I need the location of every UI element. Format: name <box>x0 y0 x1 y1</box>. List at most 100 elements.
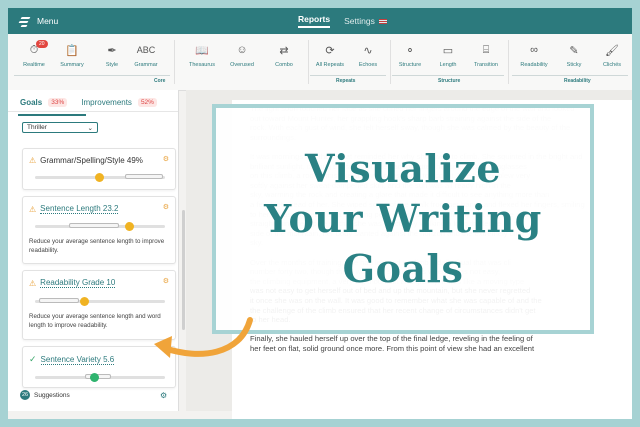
tool-label: Realtime <box>23 62 45 68</box>
tool-echoes[interactable]: ∿ Echoes <box>348 42 388 69</box>
warning-icon: ⚠ <box>29 278 37 288</box>
tool-structure[interactable]: ⚬ Structure <box>390 42 430 69</box>
menu-button[interactable]: Menu <box>8 15 58 27</box>
goal-title: Grammar/Spelling/Style 49% <box>40 156 143 165</box>
tool-label: Echoes <box>358 62 378 68</box>
top-bar: Menu Reports Settings <box>8 8 632 34</box>
stopwatch-icon: ⏱ <box>29 43 39 56</box>
tool-label: Overused <box>230 62 254 68</box>
tab-improvements[interactable]: Improvements <box>81 98 132 107</box>
divider <box>508 40 509 84</box>
tab-goals[interactable]: Goals <box>20 98 42 107</box>
settings-icon[interactable]: ⚙ <box>163 155 169 163</box>
tool-transition[interactable]: ⌸ Transition <box>466 42 506 69</box>
document-line: Finally, she hauled herself up over the … <box>250 334 533 344</box>
tool-label: Sticky <box>566 62 582 68</box>
improvements-badge: 52% <box>137 98 157 107</box>
tool-realtime[interactable]: ⏱ 20 Realtime <box>14 40 54 68</box>
tool-sticky[interactable]: ✎ Sticky <box>554 42 594 69</box>
bridge-icon: ⌸ <box>482 43 490 56</box>
group-readability: Readability <box>564 78 591 84</box>
tool-overused[interactable]: ☺ Overused <box>222 42 262 68</box>
nodes-icon: ⚬ <box>405 44 415 57</box>
tool-thesaurus[interactable]: 📖 Thesaurus <box>182 42 222 69</box>
tool-label: Clichés <box>602 62 622 68</box>
suggestions-count: 26 <box>20 390 30 400</box>
genre-select[interactable]: Thriller ⌄ <box>22 122 98 133</box>
goal-track <box>35 297 165 306</box>
tool-all-repeats[interactable]: ⟳ All Repeats <box>310 42 350 69</box>
group-core: Core <box>154 78 166 84</box>
goal-card-sentence-length[interactable]: ⚠ Sentence Length 23.2 ⚙ Reduce your aver… <box>22 196 176 264</box>
goal-track <box>35 222 165 231</box>
tool-grammar[interactable]: ABC Grammar <box>126 42 166 68</box>
tab-reports[interactable]: Reports <box>298 14 331 28</box>
genre-value: Thriller <box>27 124 47 131</box>
document-line: her feet on flat, solid ground once more… <box>250 344 535 353</box>
face-icon: ☺ <box>236 44 248 56</box>
suggestions-button[interactable]: 26 Suggestions <box>20 390 70 400</box>
brush-icon: ✎ <box>569 44 579 57</box>
clipboard-icon: 📋 <box>65 44 79 57</box>
tool-label: Transition <box>474 62 498 68</box>
tool-label: Length <box>439 62 457 68</box>
toolbar: ⏱ 20 Realtime 📋 Summary ✒ Style ABC Grammar 📖… <box>8 34 632 91</box>
goal-title: Readability Grade 10 <box>40 278 116 288</box>
tool-summary[interactable]: 📋 Summary <box>52 42 92 69</box>
goal-target-range <box>39 298 79 303</box>
settings-icon[interactable]: ⚙ <box>163 277 169 285</box>
goal-knob[interactable] <box>94 173 104 182</box>
ruler-icon: ▭ <box>442 44 454 57</box>
tool-cliches[interactable]: 🖌 Clichés <box>592 42 632 69</box>
headline-line-3: Goals <box>342 246 464 291</box>
goal-track <box>35 173 165 182</box>
group-repeats: Repeats <box>336 78 356 84</box>
gear-icon[interactable]: ⚙ <box>160 391 167 400</box>
divider <box>308 40 309 84</box>
goal-description: Reduce your average sentence length to i… <box>29 238 165 254</box>
goal-target-range <box>69 223 119 228</box>
active-tab-underline <box>18 114 86 116</box>
tool-label: Summary <box>60 62 84 68</box>
group-line-repeats <box>310 75 386 76</box>
tab-reports-label: Reports <box>298 14 331 24</box>
tool-label: Combo <box>275 62 293 68</box>
paint-icon: 🖌 <box>605 44 619 57</box>
glasses-icon: ∞ <box>530 44 538 56</box>
tool-label: Grammar <box>134 62 158 68</box>
flag-icon <box>378 18 387 24</box>
curved-arrow-icon <box>154 317 253 358</box>
warning-icon: ⚠ <box>29 204 37 214</box>
tool-label: Structure <box>398 62 422 68</box>
checkmark-icon: ✓ <box>29 354 37 364</box>
book-icon: 📖 <box>195 44 209 57</box>
tool-label: Style <box>105 62 119 68</box>
repeat-icon: ⟳ <box>325 44 335 57</box>
goal-target-range <box>125 174 163 179</box>
group-line-structure <box>392 75 504 76</box>
abc-icon: ABC <box>136 45 156 55</box>
tab-settings[interactable]: Settings <box>344 16 387 26</box>
tool-combo[interactable]: ⇄ Combo <box>264 42 304 69</box>
goal-card-grammar[interactable]: ⚠ Grammar/Spelling/Style 49% ⚙ <box>22 148 176 190</box>
group-line-core <box>14 75 170 76</box>
headline-line-1: Visualize <box>304 146 502 191</box>
settings-icon[interactable]: ⚙ <box>163 203 169 211</box>
goal-title: Sentence Length 23.2 <box>40 204 119 214</box>
shuffle-icon: ⇄ <box>279 44 289 57</box>
tool-length[interactable]: ▭ Length <box>428 42 468 69</box>
tab-settings-label: Settings <box>344 16 375 26</box>
goal-track <box>35 373 165 382</box>
goal-knob[interactable] <box>124 222 134 231</box>
goals-badge: 33% <box>48 98 68 107</box>
warning-icon: ⚠ <box>29 156 37 165</box>
chevron-down-icon: ⌄ <box>87 124 93 132</box>
goal-knob[interactable] <box>89 373 99 382</box>
promo-overlay: Visualize Your Writing Goals <box>212 104 594 334</box>
goal-knob[interactable] <box>80 297 90 306</box>
goal-title: Sentence Variety 5.6 <box>40 354 115 365</box>
tool-readability[interactable]: ∞ Readability <box>514 42 554 68</box>
logo-icon <box>18 15 32 27</box>
menu-label: Menu <box>37 16 59 26</box>
group-structure: Structure <box>438 78 461 84</box>
